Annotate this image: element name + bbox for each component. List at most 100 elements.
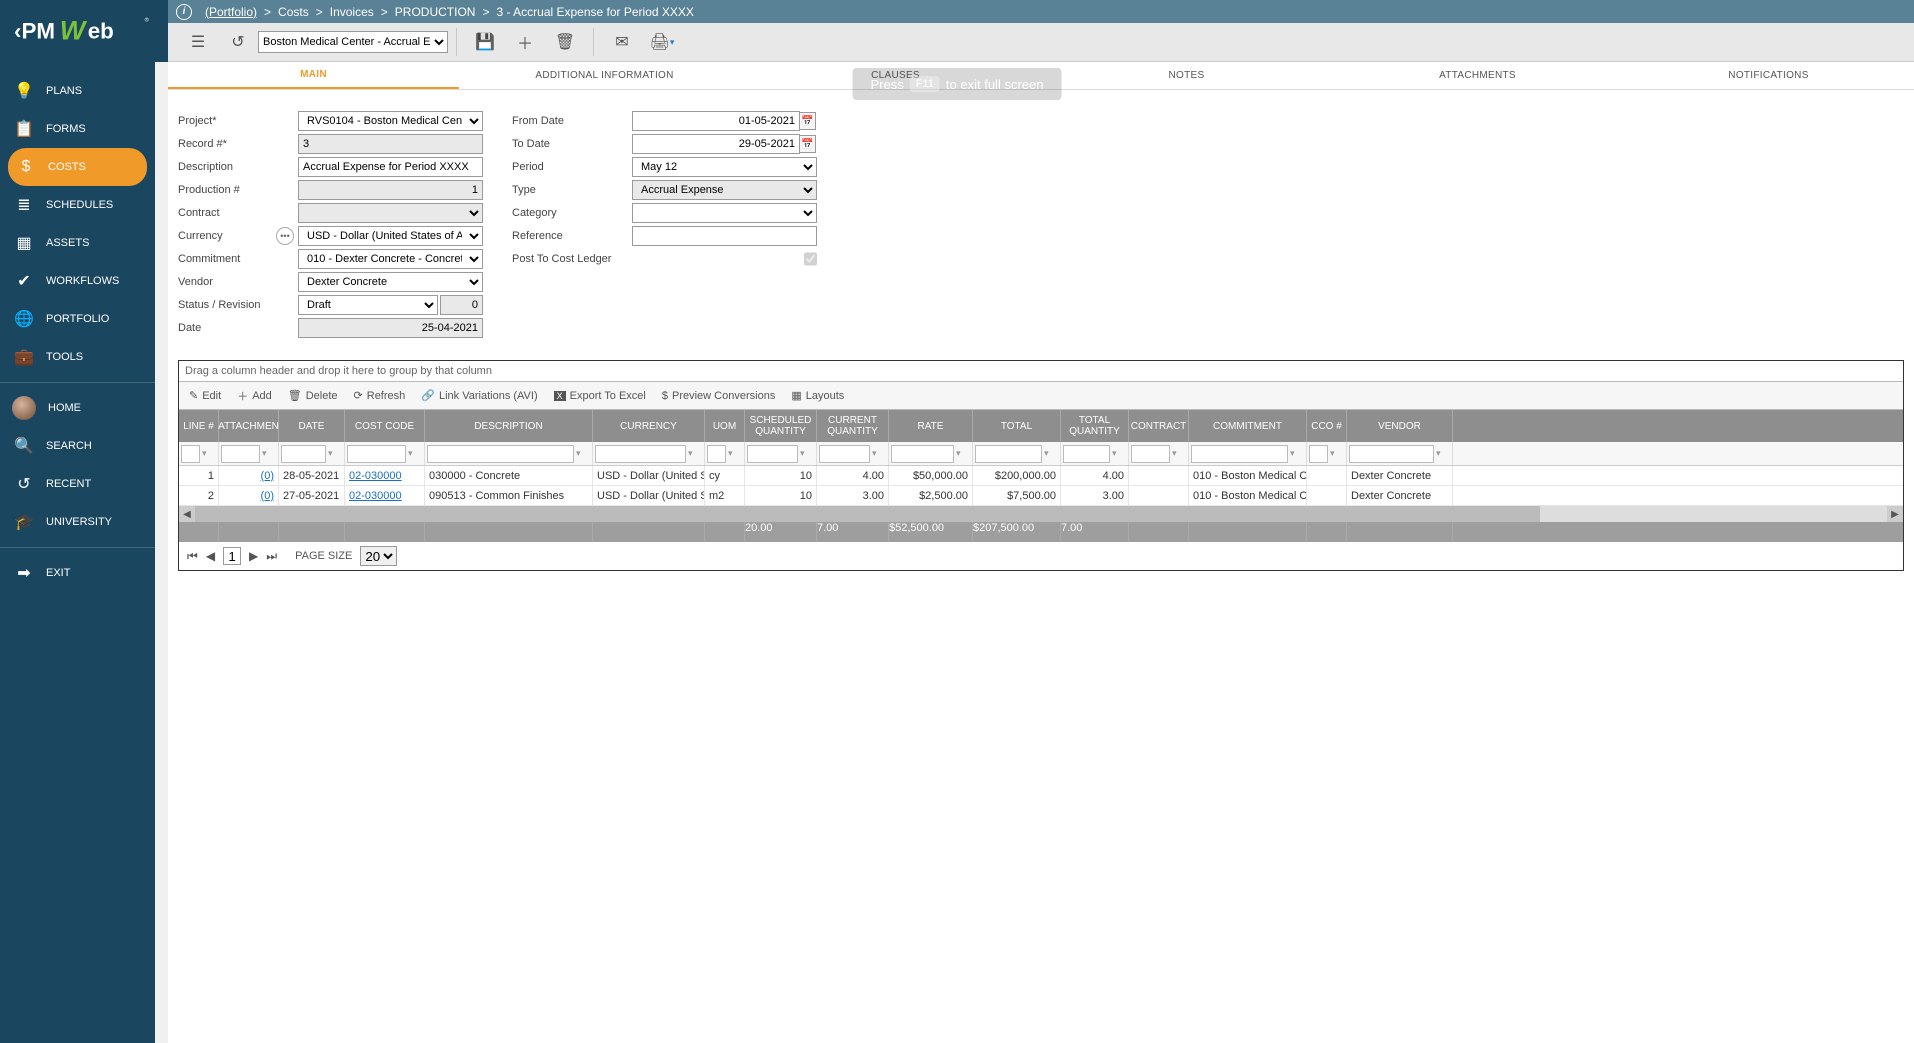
filter-input[interactable] (975, 445, 1042, 463)
grid-add-button[interactable]: ＋ Add (237, 388, 272, 404)
filter-icon[interactable]: ▾ (956, 448, 968, 460)
filter-icon[interactable]: ▾ (800, 448, 812, 460)
filter-input[interactable] (1349, 445, 1434, 463)
tab-notes[interactable]: NOTES (1041, 62, 1332, 89)
category-select[interactable] (632, 203, 817, 223)
grid-edit-button[interactable]: ✎ Edit (189, 389, 221, 402)
col-header[interactable]: CCO # (1307, 410, 1347, 442)
pager-prev-icon[interactable]: ◀ (206, 549, 215, 563)
filter-icon[interactable]: ▾ (872, 448, 884, 460)
to-input[interactable] (632, 134, 800, 154)
col-header[interactable]: COST CODE (345, 410, 425, 442)
grid-preview-button[interactable]: $ Preview Conversions (662, 390, 775, 402)
filter-icon[interactable]: ▾ (576, 448, 588, 460)
info-icon[interactable]: i (176, 4, 192, 20)
filter-input[interactable] (1191, 445, 1288, 463)
sidebar-item-workflows[interactable]: ✔WORKFLOWS (0, 262, 155, 300)
sidebar-item-university[interactable]: 🎓UNIVERSITY (0, 503, 155, 541)
sidebar-item-schedules[interactable]: ≣SCHEDULES (0, 186, 155, 224)
list-icon[interactable]: ☰ (182, 27, 214, 57)
revision-input[interactable] (440, 295, 483, 315)
col-header[interactable]: LINE # (179, 410, 219, 442)
sidebar-item-costs[interactable]: $COSTS (8, 148, 147, 186)
pager-last-icon[interactable]: ⏭ (266, 549, 277, 564)
sidebar-item-forms[interactable]: 📋FORMS (0, 110, 155, 148)
history-icon[interactable]: ↺ (222, 27, 254, 57)
page-size-select[interactable]: 20 (360, 546, 397, 566)
col-header[interactable]: CONTRACT (1129, 410, 1189, 442)
col-header[interactable]: RATE (889, 410, 973, 442)
cell-att[interactable]: (0) (219, 486, 279, 505)
grid-hscroll[interactable]: ◀ ▶ (179, 506, 1903, 522)
col-header[interactable]: TOTAL (973, 410, 1061, 442)
filter-icon[interactable]: ▾ (1172, 448, 1184, 460)
sidebar-item-recent[interactable]: ↺RECENT (0, 465, 155, 503)
commitment-select[interactable]: 010 - Dexter Concrete - Concreto (298, 249, 483, 269)
sidebar-item-portfolio[interactable]: 🌐PORTFOLIO (0, 300, 155, 338)
currency-picker-icon[interactable]: ••• (276, 227, 294, 245)
filter-input[interactable] (281, 445, 326, 463)
scope-select[interactable]: Boston Medical Center - Accrual Exp (258, 31, 448, 53)
vendor-select[interactable]: Dexter Concrete (298, 272, 483, 292)
grid-excel-button[interactable]: X Export To Excel (554, 390, 646, 402)
contract-select[interactable] (298, 203, 483, 223)
table-row[interactable]: 2(0)27-05-202102-030000090513 - Common F… (179, 486, 1903, 506)
filter-icon[interactable]: ▾ (1044, 448, 1056, 460)
sidebar-item-plans[interactable]: 💡PLANS (0, 72, 155, 110)
grid-delete-button[interactable]: 🗑 Delete (288, 389, 338, 402)
col-header[interactable]: VENDOR (1347, 410, 1453, 442)
crumb-costs[interactable]: Costs (278, 5, 309, 19)
col-header[interactable]: UOM (705, 410, 745, 442)
crumb-production[interactable]: PRODUCTION (395, 5, 476, 19)
add-icon[interactable]: ＋ (509, 27, 541, 57)
filter-input[interactable] (707, 445, 726, 463)
filter-input[interactable] (1063, 445, 1110, 463)
filter-input[interactable] (891, 445, 954, 463)
filter-icon[interactable]: ▾ (202, 448, 214, 460)
scroll-right-icon[interactable]: ▶ (1887, 506, 1903, 522)
pager-page-input[interactable] (223, 547, 241, 565)
scroll-left-icon[interactable]: ◀ (179, 506, 195, 522)
filter-input[interactable] (221, 445, 260, 463)
filter-input[interactable] (347, 445, 406, 463)
sidebar-item-tools[interactable]: 💼TOOLS (0, 338, 155, 376)
crumb-invoices[interactable]: Invoices (330, 5, 374, 19)
record-input[interactable] (298, 134, 483, 154)
filter-input[interactable] (427, 445, 574, 463)
col-header[interactable]: COMMITMENT (1189, 410, 1307, 442)
delete-icon[interactable]: 🗑 (549, 27, 581, 57)
filter-icon[interactable]: ▾ (688, 448, 700, 460)
type-select[interactable]: Accrual Expense (632, 180, 817, 200)
filter-icon[interactable]: ▾ (408, 448, 420, 460)
filter-icon[interactable]: ▾ (1290, 448, 1302, 460)
filter-input[interactable] (1309, 445, 1328, 463)
pager-next-icon[interactable]: ▶ (249, 549, 258, 563)
crumb-portfolio[interactable]: (Portfolio) (205, 5, 257, 19)
project-select[interactable]: RVS0104 - Boston Medical Center (298, 111, 483, 131)
filter-icon[interactable]: ▾ (328, 448, 340, 460)
tab-attachments[interactable]: ATTACHMENTS (1332, 62, 1623, 89)
col-header[interactable]: DATE (279, 410, 345, 442)
grid-link-button[interactable]: 🔗 Link Variations (AVI) (421, 389, 537, 402)
col-header[interactable]: SCHEDULED QUANTITY (745, 410, 817, 442)
grid-refresh-button[interactable]: ⟳ Refresh (354, 389, 406, 402)
date-input[interactable] (298, 318, 483, 338)
sidebar-item-home[interactable]: HOME (0, 389, 155, 427)
currency-select[interactable]: USD - Dollar (United States of America) (298, 226, 483, 246)
col-header[interactable]: ATTACHMEN (219, 410, 279, 442)
status-select[interactable]: Draft (298, 295, 438, 315)
cell-code[interactable]: 02-030000 (345, 466, 425, 485)
sidebar-item-exit[interactable]: ➡EXIT (0, 554, 155, 592)
col-header[interactable]: CURRENT QUANTITY (817, 410, 889, 442)
filter-icon[interactable]: ▾ (1330, 448, 1342, 460)
filter-icon[interactable]: ▾ (262, 448, 274, 460)
tab-additional-information[interactable]: ADDITIONAL INFORMATION (459, 62, 750, 89)
table-row[interactable]: 1(0)28-05-202102-030000030000 - Concrete… (179, 466, 1903, 486)
sidebar-item-assets[interactable]: ▦ASSETS (0, 224, 155, 262)
email-icon[interactable]: ✉ (606, 27, 638, 57)
production-input[interactable] (298, 180, 483, 200)
filter-input[interactable] (595, 445, 686, 463)
scroll-thumb[interactable] (195, 506, 1540, 522)
save-icon[interactable]: 💾 (469, 27, 501, 57)
calendar-icon[interactable]: 📅 (800, 112, 816, 130)
